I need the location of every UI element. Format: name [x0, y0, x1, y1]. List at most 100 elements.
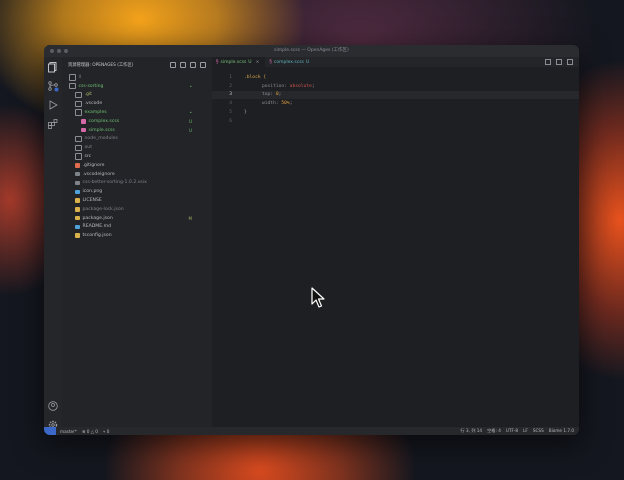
tree-item[interactable]: README.md: [62, 223, 212, 232]
tree-item[interactable]: package-lock.json: [62, 205, 212, 214]
tree-item[interactable]: icon.png: [62, 187, 212, 196]
extensions-icon[interactable]: [47, 118, 59, 130]
refresh-icon[interactable]: [190, 62, 196, 68]
source-control-icon[interactable]: [47, 80, 59, 92]
tree-item[interactable]: out: [62, 143, 212, 152]
semicolon: ;: [278, 92, 282, 98]
maximize-window-button[interactable]: [64, 49, 68, 53]
code-text: width: 50%;: [244, 101, 292, 106]
explorer-header: 资源管理器: OPENAGES (工作区): [62, 57, 212, 73]
tree-item[interactable]: .vscode: [62, 99, 212, 108]
tree-item[interactable]: simple.scss U: [62, 126, 212, 135]
tree-item[interactable]: .vscodeignore: [62, 170, 212, 179]
tree-item-label: .vscode: [84, 101, 103, 107]
tree-item-label: README.md: [82, 224, 112, 230]
json-file-icon: [75, 215, 80, 221]
folder-icon: [75, 100, 82, 108]
tree-item-label: simple.scss: [88, 127, 115, 133]
minimize-window-button[interactable]: [57, 49, 61, 53]
line-number: 5: [229, 110, 232, 116]
git-status-badge: •: [189, 110, 192, 116]
tree-item-label: node_modules: [84, 136, 118, 142]
new-file-icon[interactable]: [170, 62, 176, 68]
tree-item[interactable]: css-better-sorting-1.0.2.vsix: [62, 179, 212, 188]
line-ending[interactable]: LF: [523, 428, 528, 434]
code-line[interactable]: 5}: [212, 108, 579, 117]
language-mode[interactable]: SCSS: [533, 428, 544, 434]
semicolon: ;: [311, 83, 315, 89]
code-text: position: absolute;: [244, 84, 315, 89]
run-debug-icon[interactable]: [47, 99, 59, 111]
explorer-sidebar: 资源管理器: OPENAGES (工作区) ll css-sorting • .git…: [62, 57, 212, 427]
cursor-position[interactable]: 行 3, 列 14: [460, 428, 482, 434]
css-value: absolute: [289, 83, 312, 89]
tab-label: complex.scss: [273, 59, 304, 65]
code-line[interactable]: 3 top: 0;: [212, 90, 579, 100]
folder-open-icon: [69, 82, 76, 90]
tree-item[interactable]: ll: [62, 73, 212, 82]
window-title: simple.scss — OpenAges (工作区): [274, 48, 349, 53]
code-text: }: [244, 110, 247, 115]
encoding[interactable]: UTF-8: [506, 428, 518, 434]
tree-item[interactable]: tsconfig.json: [62, 231, 212, 240]
folder-icon: [75, 153, 82, 160]
tab-label: simple.scss: [220, 59, 247, 65]
new-folder-icon[interactable]: [180, 62, 186, 68]
tree-item[interactable]: node_modules: [62, 135, 212, 144]
tree-item-label: LICENSE: [82, 198, 102, 204]
tab-complex-scss[interactable]: § complex.scss U: [265, 57, 315, 67]
folder-icon: [75, 135, 82, 143]
tab-badge: U: [305, 59, 310, 65]
tree-item[interactable]: .git: [62, 91, 212, 100]
code-line[interactable]: 2 position: absolute;: [212, 82, 579, 91]
git-status-badge: M: [188, 215, 192, 221]
tab-badge: U: [248, 59, 252, 65]
close-icon[interactable]: ×: [256, 60, 260, 65]
split-editor-icon[interactable]: [545, 59, 551, 65]
status-bar: master* ⊗ 0 △ 0 ⑂ 0 行 3, 列 14 空格: 4 UTF-…: [44, 427, 579, 435]
code-text: top: 0;: [244, 92, 281, 97]
git-status-badge: •: [189, 83, 192, 89]
tab-bar: § simple.scss U × § complex.scss U: [212, 57, 579, 67]
tree-item-label: src: [84, 154, 92, 160]
folder-icon: [75, 144, 82, 152]
ports-indicator[interactable]: ⑂ 0: [103, 429, 110, 434]
file-icon: [75, 171, 80, 177]
branch-indicator[interactable]: master*: [60, 429, 77, 434]
explorer-icon[interactable]: [47, 61, 59, 73]
layout-icon[interactable]: [556, 59, 562, 65]
tree-item[interactable]: complex.scss U: [62, 117, 212, 126]
code-view[interactable]: 1 .block {2 position: absolute; 3 top: 0; 4 wi…: [212, 73, 579, 126]
problems-indicator[interactable]: ⊗ 0 △ 0: [82, 429, 98, 434]
code-line[interactable]: 6: [212, 117, 579, 126]
tree-item[interactable]: package.json M: [62, 214, 212, 223]
biome-status[interactable]: Biome 1.7.0: [549, 428, 574, 434]
tree-item[interactable]: .gitignore: [62, 161, 212, 170]
more-actions-icon[interactable]: [567, 59, 573, 65]
tree-item[interactable]: css-sorting •: [62, 82, 212, 91]
tree-item[interactable]: examples •: [62, 108, 212, 117]
editor-area: § simple.scss U × § complex.scss U 1 .blo…: [212, 57, 579, 427]
close-window-button[interactable]: [50, 49, 54, 53]
account-icon[interactable]: [47, 400, 59, 412]
scss-file-icon: [81, 127, 86, 133]
file-tree: ll css-sorting • .git .vscode examples • comple…: [62, 73, 212, 240]
folder-icon: [69, 74, 76, 81]
tree-item-label: examples: [84, 110, 107, 116]
window-controls: [50, 49, 68, 53]
css-value: 50%: [281, 101, 290, 107]
code-line[interactable]: 4 width: 50%;: [212, 99, 579, 108]
license-file-icon: [75, 198, 80, 203]
remote-indicator[interactable]: [44, 427, 56, 435]
title-bar: simple.scss — OpenAges (工作区): [44, 45, 579, 57]
git-status-badge: U: [189, 127, 192, 133]
explorer-title: 资源管理器: OPENAGES (工作区): [68, 63, 134, 68]
git-status-badge: U: [189, 118, 192, 124]
tree-item[interactable]: src: [62, 152, 212, 161]
tab-simple-scss[interactable]: § simple.scss U ×: [212, 57, 266, 67]
tree-item[interactable]: LICENSE: [62, 196, 212, 205]
collapse-all-icon[interactable]: [200, 62, 206, 68]
code-line[interactable]: 1 .block {: [212, 73, 579, 82]
indentation[interactable]: 空格: 4: [487, 428, 501, 434]
activity-bar: [44, 57, 62, 430]
